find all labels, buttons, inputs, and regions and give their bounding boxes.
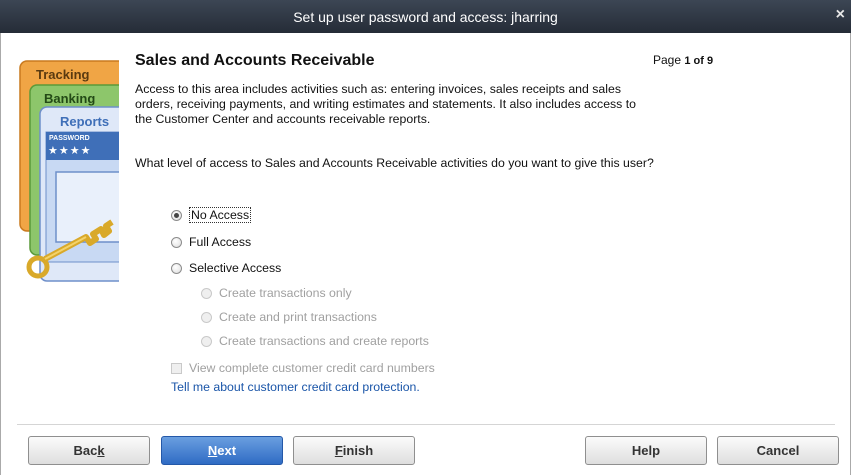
page-prefix: Page xyxy=(653,53,682,67)
radio-create-only[interactable]: Create transactions only xyxy=(201,286,352,300)
radio-no-access[interactable]: No Access xyxy=(171,207,252,223)
radio-button[interactable] xyxy=(201,311,212,323)
radio-button[interactable] xyxy=(201,287,212,299)
section-heading: Sales and Accounts Receivable xyxy=(135,52,375,69)
tab-tracking-label: Tracking xyxy=(36,67,90,82)
radio-label: Create transactions only xyxy=(219,286,352,300)
back-button[interactable]: Bac k xyxy=(28,436,150,465)
radio-button[interactable] xyxy=(171,262,182,274)
cancel-button[interactable]: Cancel xyxy=(717,436,839,465)
radio-label: No Access xyxy=(189,207,252,223)
radio-label: Create transactions and create reports xyxy=(219,334,429,348)
radio-label: Selective Access xyxy=(189,261,282,275)
title-bar: Set up user password and access: jharrin… xyxy=(0,0,851,33)
radio-selective-access[interactable]: Selective Access xyxy=(171,261,281,275)
finish-button[interactable]: Finish xyxy=(293,436,415,465)
next-label: ext xyxy=(217,443,237,458)
next-button[interactable]: Next xyxy=(161,436,283,465)
section-description: Access to this area includes activities … xyxy=(135,82,636,126)
radio-button[interactable] xyxy=(171,236,182,248)
radio-button[interactable] xyxy=(201,335,212,347)
dialog-content: Tracking Banking Reports PASSWORD ★★★★ S… xyxy=(0,33,851,475)
credit-card-checkbox-row[interactable]: View complete customer credit card numbe… xyxy=(171,361,435,375)
radio-label: Create and print transactions xyxy=(219,310,377,324)
credit-card-checkbox[interactable] xyxy=(171,362,182,374)
checkbox-label: View complete customer credit card numbe… xyxy=(189,361,435,375)
tab-reports-label: Reports xyxy=(60,114,110,129)
finish-label: inish xyxy=(342,443,374,458)
back-accesskey: k xyxy=(97,443,105,458)
radio-create-reports[interactable]: Create transactions and create reports xyxy=(201,334,429,348)
password-illustration: Tracking Banking Reports PASSWORD ★★★★ xyxy=(16,45,119,290)
radio-button[interactable] xyxy=(171,209,182,221)
window-title: Set up user password and access: jharrin… xyxy=(293,9,558,25)
help-button[interactable]: Help xyxy=(585,436,707,465)
close-icon[interactable]: × xyxy=(836,6,845,24)
page-indicator: Page 1 of 9 xyxy=(653,53,713,67)
radio-create-print[interactable]: Create and print transactions xyxy=(201,310,377,324)
access-question: What level of access to Sales and Accoun… xyxy=(135,156,654,170)
footer-divider xyxy=(17,424,835,425)
credit-card-protection-link[interactable]: Tell me about customer credit card prote… xyxy=(171,380,420,394)
radio-label: Full Access xyxy=(189,235,252,249)
password-caption: PASSWORD xyxy=(49,135,90,142)
back-label: Bac xyxy=(73,443,98,458)
next-accesskey: N xyxy=(207,443,218,458)
radio-full-access[interactable]: Full Access xyxy=(171,235,251,249)
finish-accesskey: F xyxy=(334,443,343,458)
tab-banking-label: Banking xyxy=(44,91,96,106)
password-stars: ★★★★ xyxy=(48,145,92,157)
page-value: 1 of 9 xyxy=(684,55,714,67)
